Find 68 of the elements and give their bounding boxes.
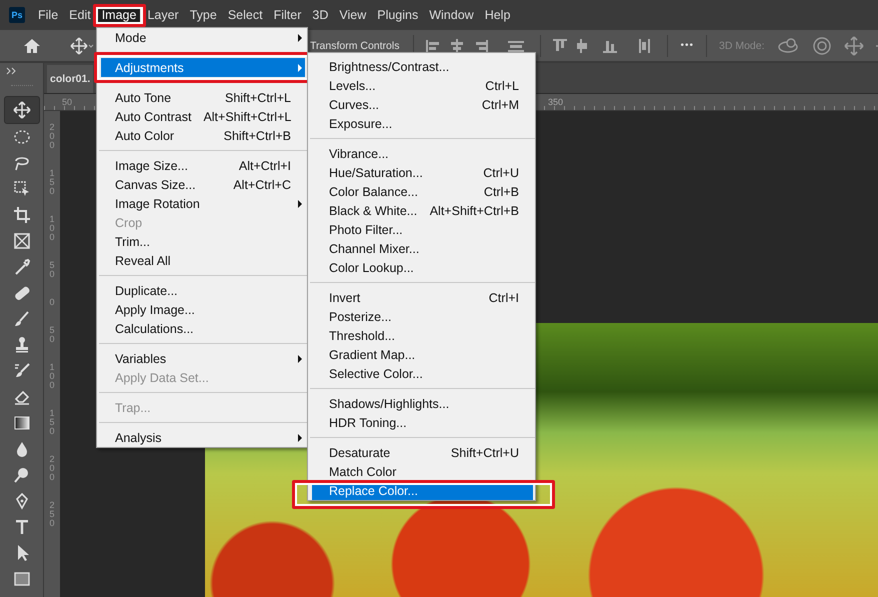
move-icon[interactable] [70,36,94,54]
menu-item[interactable]: Match Color [312,462,533,481]
menu-item[interactable]: Photo Filter... [312,220,533,239]
ruler-label: 200 [50,123,54,150]
more-options-button[interactable]: ••• [680,40,694,51]
menu-bar-item[interactable]: Plugins [372,5,424,25]
menu-bar-item[interactable]: File [33,5,64,25]
menu-item[interactable]: Mode [101,28,305,47]
menu-item[interactable]: Exposure... [312,114,533,133]
ruler-label: 0 [50,298,54,307]
menu-bar-item[interactable]: Layer [142,5,184,25]
pan-icon[interactable] [842,36,865,56]
transform-controls-label[interactable]: Transform Controls [310,40,400,52]
menu-item[interactable]: Color Lookup... [312,258,533,277]
menu-item[interactable]: Image Rotation [101,194,305,213]
ruler-label: 250 [50,501,54,528]
menu-item[interactable]: Trim... [101,232,305,251]
menu-item[interactable]: Hue/Saturation... Ctrl+U [312,163,533,182]
menu-item[interactable]: Black & White... Alt+Shift+Ctrl+B [312,201,533,220]
menu-item[interactable]: Levels... Ctrl+L [312,76,533,95]
menu-item[interactable]: Selective Color... [312,364,533,383]
ruler-label: 200 [50,455,54,482]
menu-item[interactable]: Duplicate... [101,281,305,300]
home-icon[interactable] [22,36,42,54]
menu-item[interactable]: Desaturate Shift+Ctrl+U [312,443,533,462]
menu-item[interactable]: Channel Mixer... [312,239,533,258]
menu-item[interactable]: Auto Contrast Alt+Shift+Ctrl+L [101,107,305,126]
menu-item[interactable]: Threshold... [312,326,533,345]
ruler-label: 150 [50,409,54,436]
move-tool-icon[interactable] [4,96,40,124]
menu-item[interactable]: Posterize... [312,307,533,326]
menu-item[interactable]: Vibrance... [312,144,533,163]
menu-item[interactable]: Curves... Ctrl+M [312,95,533,114]
menu-bar-item[interactable]: Edit [64,5,96,25]
menu-item[interactable]: Canvas Size... Alt+Ctrl+C [101,175,305,194]
menu-item[interactable]: Shadows/Highlights... [312,394,533,413]
menu-item[interactable]: Gradient Map... [312,345,533,364]
menu-item[interactable]: Image Size... Alt+Ctrl+I [101,156,305,175]
menu-item[interactable]: Analysis [101,428,305,447]
ruler-label: 150 [50,169,54,196]
ruler-label: 50 [62,97,72,107]
menu-item[interactable]: Adjustments [101,58,305,77]
expand-chevron-icon[interactable] [6,67,18,75]
menu-item[interactable]: Calculations... [101,319,305,338]
document-tab[interactable]: color01. [47,65,94,93]
menu-bar-item[interactable]: 3D [307,5,334,25]
menu-item[interactable]: Brightness/Contrast... [312,57,533,76]
menu-item[interactable]: Variables [101,349,305,368]
menu-item[interactable]: Reveal All [101,251,305,270]
menu-item[interactable]: Color Balance... Ctrl+B [312,182,533,201]
ruler-label: 100 [50,363,54,390]
menu-bar-item[interactable]: Filter [268,5,306,25]
menu-bar-item[interactable]: Type [184,5,222,25]
menu-bar-item[interactable]: Select [222,5,268,25]
ruler-label: 50 [50,261,54,279]
align-icons-drawing[interactable] [426,36,526,54]
menu-bar-item[interactable]: Help [480,5,516,25]
menu-bar-item[interactable]: View [334,5,372,25]
menu-item[interactable]: Auto Tone Shift+Ctrl+L [101,88,305,107]
menu-bar-item[interactable]: Window [424,5,479,25]
ruler-label: 50 [50,326,54,344]
app-logo: Ps [9,7,25,23]
menu-item[interactable]: HDR Toning... [312,413,533,432]
menu-item[interactable]: Apply Image... [101,300,305,319]
menu-item[interactable]: Invert Ctrl+I [312,288,533,307]
ruler-label: 100 [50,215,54,242]
ruler-label: 350 [548,97,564,107]
menu-item[interactable]: Auto Color Shift+Ctrl+B [101,126,305,145]
